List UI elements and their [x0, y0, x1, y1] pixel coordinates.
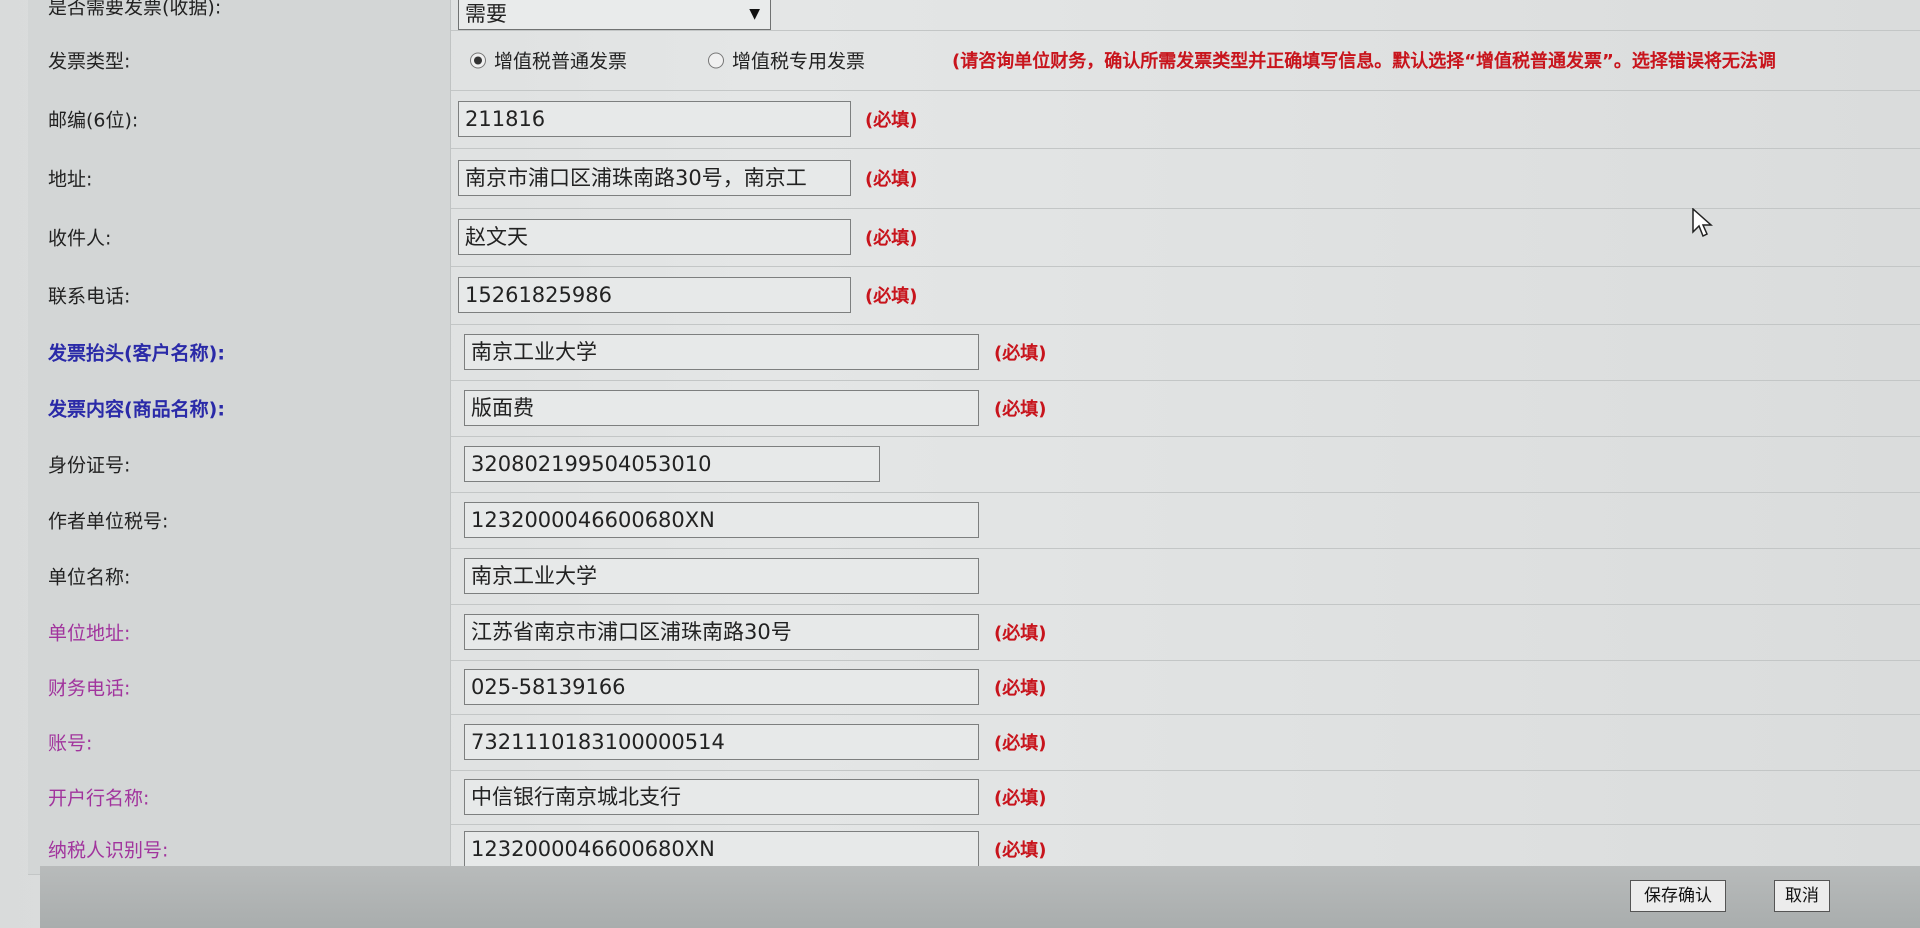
row-label: 收件人: [28, 208, 451, 266]
row-finance-phone: 财务电话: 025-58139166 (必填) [28, 660, 1920, 715]
save-confirm-button[interactable]: 保存确认 [1630, 880, 1726, 912]
row-unit-name: 单位名称: 南京工业大学 [28, 548, 1920, 605]
required-mark: (必填) [994, 733, 1047, 754]
row-account-number: 账号: 7321110183100000514 (必填) [28, 714, 1920, 771]
invoice-title-input[interactable]: 南京工业大学 [464, 334, 979, 370]
invoice-form: 是否需要发票(收据): 需要 ▼ 发票类型: 增值税普通发票 增值税专用发票 (… [0, 0, 1920, 928]
taxpayer-id-input[interactable]: 1232000046600680XN [464, 831, 979, 867]
invoice-needed-select[interactable]: 需要 ▼ [458, 0, 771, 30]
row-author-tax-number: 作者单位税号: 1232000046600680XN [28, 492, 1920, 549]
row-label: 发票内容(商品名称): [28, 380, 451, 436]
address-input[interactable]: 南京市浦口区浦珠南路30号，南京工 [458, 160, 851, 196]
row-label: 单位名称: [28, 548, 451, 604]
account-number-input[interactable]: 7321110183100000514 [464, 724, 979, 760]
row-label: 发票类型: [28, 30, 451, 90]
required-mark: (必填) [994, 840, 1047, 861]
row-invoice-type: 发票类型: 增值税普通发票 增值税专用发票 (请咨询单位财务，确认所需发票类型并… [28, 30, 1920, 91]
required-mark: (必填) [994, 678, 1047, 699]
select-value: 需要 [465, 2, 507, 26]
row-label: 发票抬头(客户名称): [28, 324, 451, 380]
bank-name-input[interactable]: 中信银行南京城北支行 [464, 779, 979, 815]
row-postcode: 邮编(6位): 211816 (必填) [28, 90, 1920, 149]
invoice-type-notice: (请咨询单位财务，确认所需发票类型并正确填写信息。默认选择“增值税普通发票”。选… [952, 51, 1776, 72]
required-mark: (必填) [865, 228, 918, 249]
row-address: 地址: 南京市浦口区浦珠南路30号，南京工 (必填) [28, 148, 1920, 209]
required-mark: (必填) [994, 788, 1047, 809]
radio-special-invoice[interactable]: 增值税专用发票 [708, 47, 865, 74]
required-mark: (必填) [994, 399, 1047, 420]
postcode-input[interactable]: 211816 [458, 101, 851, 137]
unit-name-input[interactable]: 南京工业大学 [464, 558, 979, 594]
row-invoice-title: 发票抬头(客户名称): 南京工业大学 (必填) [28, 324, 1920, 381]
row-label: 联系电话: [28, 266, 451, 324]
required-mark: (必填) [865, 110, 918, 131]
row-label: 是否需要发票(收据): [28, 0, 451, 30]
row-unit-address: 单位地址: 江苏省南京市浦口区浦珠南路30号 (必填) [28, 604, 1920, 661]
row-label: 财务电话: [28, 660, 451, 714]
row-label: 开户行名称: [28, 770, 451, 824]
row-phone: 联系电话: 15261825986 (必填) [28, 266, 1920, 325]
row-label: 身份证号: [28, 436, 451, 492]
required-mark: (必填) [994, 343, 1047, 364]
select-arrow-icon: ▼ [749, 6, 760, 22]
cancel-button[interactable]: 取消 [1774, 880, 1830, 912]
mouse-cursor-icon [1692, 208, 1713, 238]
required-mark: (必填) [994, 623, 1047, 644]
radio-icon[interactable] [470, 52, 486, 68]
row-id-number: 身份证号: 320802199504053010 [28, 436, 1920, 493]
row-invoice-needed: 是否需要发票(收据): 需要 ▼ [28, 0, 1920, 31]
invoice-content-input[interactable]: 版面费 [464, 390, 979, 426]
row-label: 邮编(6位): [28, 90, 451, 148]
radio-icon[interactable] [708, 52, 724, 68]
row-label: 地址: [28, 148, 451, 208]
row-recipient: 收件人: 赵文天 (必填) [28, 208, 1920, 267]
unit-address-input[interactable]: 江苏省南京市浦口区浦珠南路30号 [464, 614, 979, 650]
author-tax-number-input[interactable]: 1232000046600680XN [464, 502, 979, 538]
row-label: 作者单位税号: [28, 492, 451, 548]
finance-phone-input[interactable]: 025-58139166 [464, 669, 979, 705]
radio-ordinary-invoice[interactable]: 增值税普通发票 [470, 47, 627, 74]
required-mark: (必填) [865, 169, 918, 190]
recipient-input[interactable]: 赵文天 [458, 219, 851, 255]
required-mark: (必填) [865, 286, 918, 307]
phone-input[interactable]: 15261825986 [458, 277, 851, 313]
row-bank-name: 开户行名称: 中信银行南京城北支行 (必填) [28, 770, 1920, 825]
form-footer: 保存确认 取消 [40, 866, 1920, 928]
row-invoice-content: 发票内容(商品名称): 版面费 (必填) [28, 380, 1920, 437]
id-number-input[interactable]: 320802199504053010 [464, 446, 880, 482]
row-label: 账号: [28, 714, 451, 770]
row-label: 单位地址: [28, 604, 451, 660]
